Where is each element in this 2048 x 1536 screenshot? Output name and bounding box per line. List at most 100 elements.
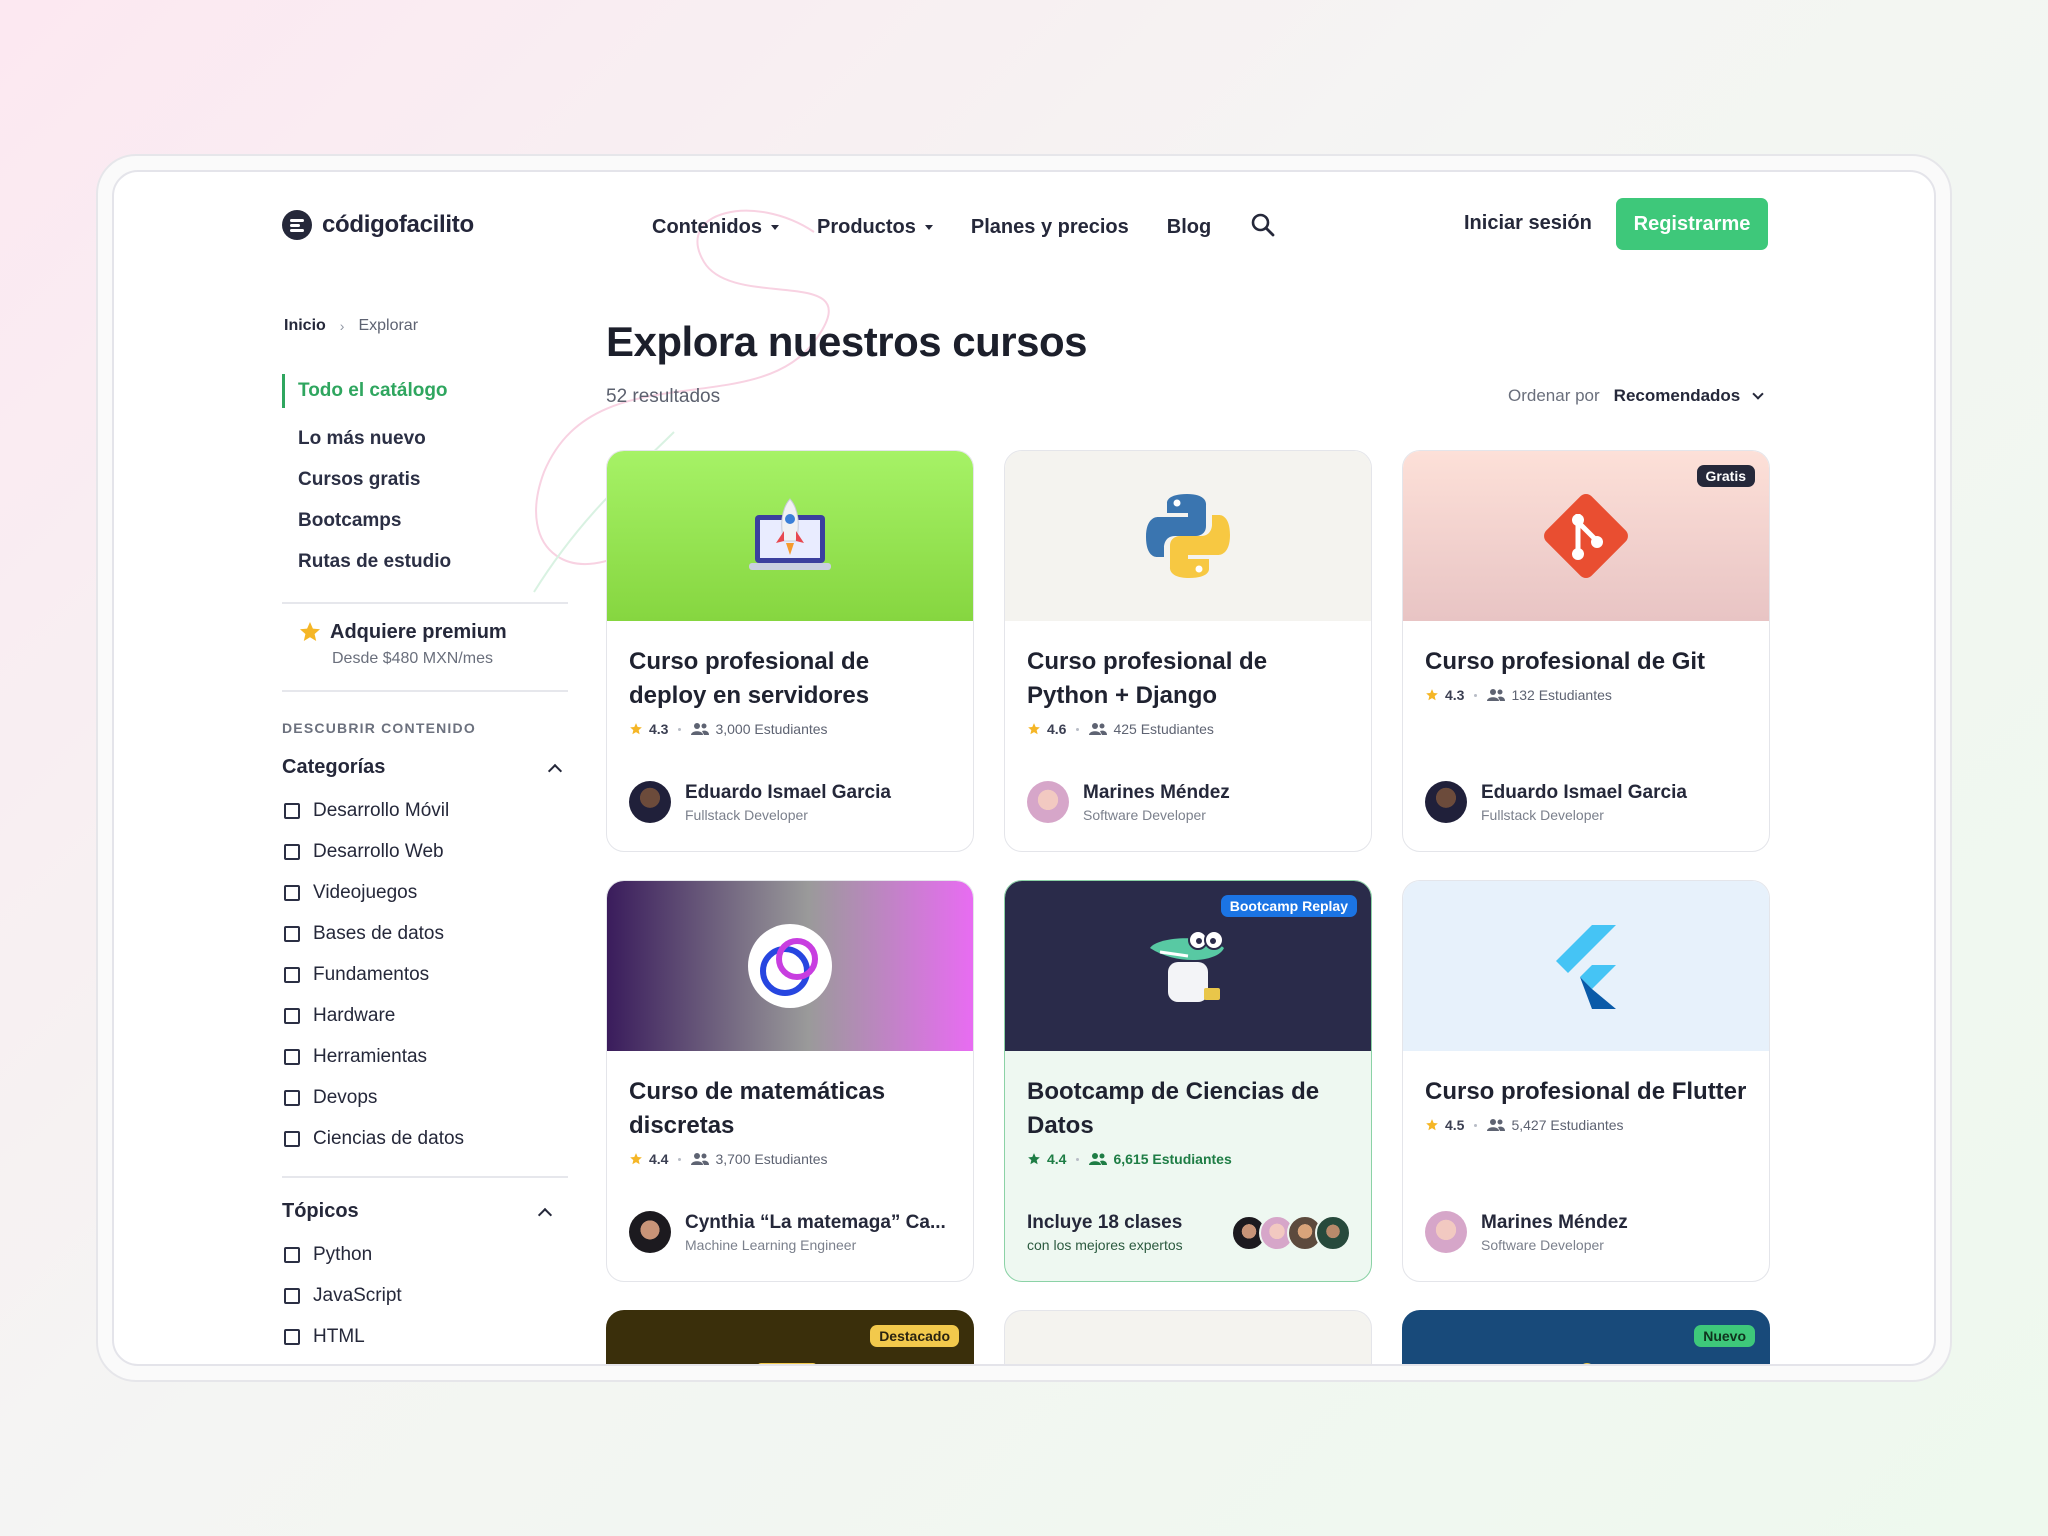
students-icon [691, 1153, 710, 1165]
course-thumbnail: Bootcamp Replay [1005, 881, 1371, 1051]
categories-toggle[interactable]: Categorías [282, 756, 568, 779]
math-logo-icon [748, 924, 832, 1008]
filter-checkbox[interactable]: Desarrollo Web [284, 831, 570, 872]
badge-gratis: Gratis [1696, 465, 1755, 487]
author-name: Eduardo Ismael Garcia [685, 781, 891, 803]
chevron-up-icon [537, 1207, 553, 1222]
git-logo-icon [1544, 494, 1628, 578]
course-stats: 4.5 5,427 Estudiantes [1425, 1117, 1747, 1133]
course-card[interactable]: Curso profesional de Python + Django 4.6… [1004, 450, 1372, 852]
sort-dropdown[interactable]: Ordenar por Recomendados [1508, 386, 1764, 406]
chevron-right-icon: › [339, 318, 345, 334]
checkbox-icon [284, 884, 300, 901]
nav-productos[interactable]: Productos [817, 212, 933, 242]
course-card[interactable]: Curso profesional de deploy en servidore… [606, 450, 974, 852]
course-thumbnail [757, 1363, 817, 1364]
nav-blog[interactable]: Blog [1167, 212, 1211, 242]
logo-mark-icon [282, 210, 312, 240]
nav-contenidos[interactable]: Contenidos [652, 212, 779, 242]
sidebar-item-rutas[interactable]: Rutas de estudio [282, 541, 572, 582]
author-role: Software Developer [1481, 1236, 1604, 1253]
avatar [1425, 781, 1467, 823]
catalog-nav: Todo el catálogo Lo más nuevo Cursos gra… [282, 374, 572, 582]
filter-checkbox[interactable]: Python [284, 1234, 570, 1275]
search-icon[interactable] [1250, 212, 1276, 238]
filter-checkbox[interactable]: Ciencias de datos [284, 1118, 570, 1159]
checkbox-icon [284, 843, 300, 860]
rocket-laptop-icon [749, 498, 831, 570]
premium-promo[interactable]: Adquiere premium Desde $480 MXN/mes [298, 620, 507, 668]
course-card[interactable]: Curso profesional de Flutter 4.5 5,427 E… [1402, 880, 1770, 1282]
course-rating: 4.4 [649, 1151, 669, 1167]
filter-label: Desarrollo Móvil [313, 799, 450, 821]
checkbox-icon [284, 966, 300, 983]
course-students: 425 Estudiantes [1113, 721, 1214, 737]
star-icon [1426, 1119, 1438, 1131]
course-stats: 4.3 132 Estudiantes [1425, 687, 1747, 703]
course-card-partial[interactable]: Destacado [606, 1310, 974, 1364]
course-author: Marines Méndez Software Developer [1027, 781, 1230, 823]
breadcrumb-home[interactable]: Inicio [284, 317, 326, 335]
topics-toggle[interactable]: Tópicos [282, 1200, 568, 1223]
filter-checkbox[interactable]: Herramientas [284, 1036, 570, 1077]
filter-checkbox[interactable]: Videojuegos [284, 872, 570, 913]
avatar [1425, 1211, 1467, 1253]
course-card-partial[interactable]: Nuevo [1402, 1310, 1770, 1364]
filter-label: Bases de datos [313, 922, 444, 944]
course-thumbnail [1579, 1363, 1595, 1364]
nav-planes[interactable]: Planes y precios [971, 212, 1129, 242]
breadcrumb-current: Explorar [358, 317, 419, 334]
categories-list: Desarrollo Móvil Desarrollo Web Videojue… [284, 790, 570, 1159]
checkbox-icon [284, 925, 300, 942]
filter-checkbox[interactable]: JavaScript [284, 1275, 570, 1316]
author-name: Marines Méndez [1083, 781, 1230, 803]
discover-label: DESCUBRIR CONTENIDO [282, 720, 476, 736]
course-rating: 4.3 [1445, 687, 1465, 703]
course-thumbnail [1403, 881, 1769, 1051]
avatar [629, 1211, 671, 1253]
star-icon [1028, 1153, 1040, 1165]
login-link[interactable]: Iniciar sesión [1464, 212, 1592, 235]
sidebar-item-gratis[interactable]: Cursos gratis [282, 459, 572, 500]
browser-viewport: códigofacilito Contenidos Productos Plan… [112, 170, 1936, 1366]
course-card[interactable]: Gratis Curso profesional de Git 4.3 132 … [1402, 450, 1770, 852]
sidebar-item-todo[interactable]: Todo el catálogo [282, 374, 572, 408]
filter-checkbox[interactable]: HTML [284, 1316, 570, 1357]
filter-label: Fundamentos [313, 963, 430, 985]
checkbox-icon [284, 1287, 300, 1304]
sidebar-item-nuevo[interactable]: Lo más nuevo [282, 418, 572, 459]
filter-checkbox[interactable]: Bases de datos [284, 913, 570, 954]
author-role: Fullstack Developer [1481, 806, 1604, 823]
filter-checkbox[interactable]: Desarrollo Móvil [284, 790, 570, 831]
results-count: 52 resultados [606, 386, 721, 407]
students-icon [1089, 723, 1108, 735]
sidebar-item-bootcamps[interactable]: Bootcamps [282, 500, 572, 541]
author-name: Cynthia “La matemaga” Ca... [685, 1211, 946, 1233]
divider [282, 690, 568, 692]
course-students: 3,000 Estudiantes [715, 721, 828, 737]
chevron-up-icon [547, 763, 563, 778]
star-icon [300, 622, 320, 641]
bootcamp-card[interactable]: Bootcamp Replay Bootcamp de Ciencias de … [1004, 880, 1372, 1282]
logo[interactable]: códigofacilito [282, 210, 474, 240]
signup-button[interactable]: Registrarme [1616, 198, 1768, 250]
filter-label: Herramientas [313, 1045, 428, 1067]
students-icon [1089, 1153, 1108, 1165]
checkbox-icon [284, 802, 300, 819]
course-stats: 4.4 3,700 Estudiantes [629, 1151, 951, 1167]
divider [282, 1176, 568, 1178]
bootcamp-includes: Incluye 18 clases con los mejores expert… [1027, 1212, 1351, 1253]
course-card[interactable]: Curso de matemáticas discretas 4.4 3,700… [606, 880, 974, 1282]
star-icon [630, 723, 642, 735]
filter-checkbox[interactable]: Devops [284, 1077, 570, 1118]
star-icon [1028, 723, 1040, 735]
filter-checkbox[interactable]: Hardware [284, 995, 570, 1036]
course-students: 6,615 Estudiantes [1113, 1151, 1232, 1167]
badge-nuevo: Nuevo [1694, 1325, 1755, 1347]
course-students: 5,427 Estudiantes [1511, 1117, 1624, 1133]
filter-checkbox[interactable]: Fundamentos [284, 954, 570, 995]
course-rating: 4.5 [1445, 1117, 1465, 1133]
course-card-partial[interactable] [1004, 1310, 1372, 1364]
logo-text: códigofacilito [322, 211, 474, 238]
course-stats: 4.6 425 Estudiantes [1027, 721, 1349, 737]
